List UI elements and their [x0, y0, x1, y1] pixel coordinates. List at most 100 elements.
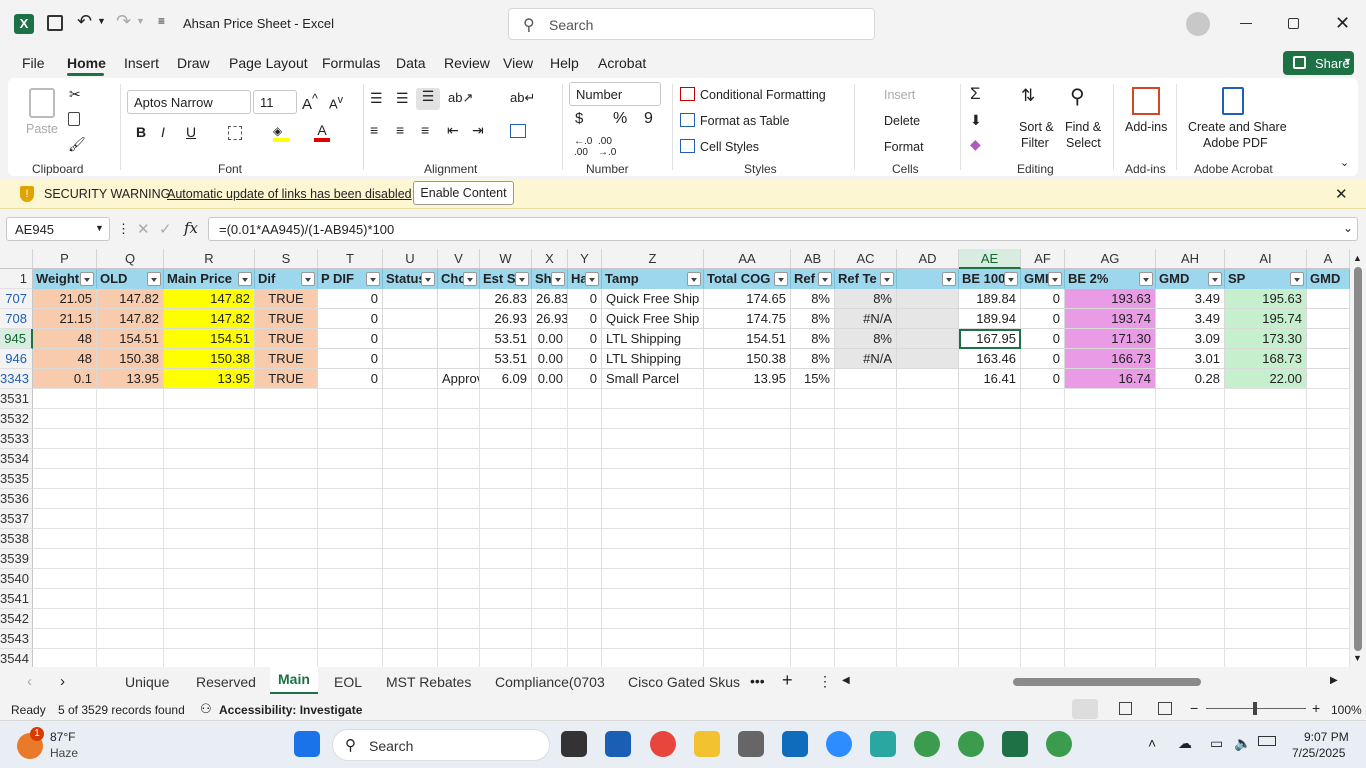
clear-icon[interactable]: ◆: [970, 136, 981, 153]
table-cell[interactable]: 6.09: [480, 369, 532, 389]
decrease-font-icon[interactable]: Av: [329, 94, 343, 111]
menu-review[interactable]: Review: [444, 55, 490, 71]
minimize-icon[interactable]: [1240, 23, 1252, 24]
sheet-tab-unique[interactable]: Unique: [125, 674, 169, 690]
table-cell[interactable]: 0.00: [532, 329, 568, 349]
row-header[interactable]: 3540: [0, 569, 33, 589]
column-header[interactable]: P: [33, 249, 97, 269]
filter-dropdown-icon[interactable]: [942, 272, 956, 286]
table-header-cell[interactable]: Weight: [33, 269, 97, 289]
copy-icon[interactable]: [68, 112, 80, 126]
table-header-cell[interactable]: [897, 269, 959, 289]
table-cell[interactable]: 150.38: [704, 349, 791, 369]
table-cell[interactable]: 0.28: [1156, 369, 1225, 389]
paste-icon[interactable]: [29, 88, 55, 118]
align-right-icon[interactable]: ≡: [421, 122, 429, 138]
table-cell[interactable]: 26.83: [532, 289, 568, 309]
sheet-tab-mst-rebates[interactable]: MST Rebates: [386, 674, 471, 690]
wrap-text-icon[interactable]: ab↵: [510, 90, 535, 106]
chevron-up-icon[interactable]: ˄: [1148, 735, 1156, 751]
redo-dropdown-icon[interactable]: ▼: [136, 16, 145, 26]
sort-filter-line1[interactable]: Sort &: [1019, 120, 1054, 134]
table-cell[interactable]: [383, 309, 438, 329]
table-cell[interactable]: 48: [33, 349, 97, 369]
filter-dropdown-icon[interactable]: [1290, 272, 1304, 286]
table-cell[interactable]: [1307, 289, 1350, 309]
filter-dropdown-icon[interactable]: [818, 272, 832, 286]
chrome-profile-icon[interactable]: [914, 731, 940, 757]
bold-icon[interactable]: B: [136, 124, 146, 140]
table-cell[interactable]: 3.49: [1156, 289, 1225, 309]
row-header[interactable]: 3343: [0, 369, 33, 389]
row-header[interactable]: 3539: [0, 549, 33, 569]
table-cell[interactable]: [1307, 309, 1350, 329]
spreadsheet-grid[interactable]: P Q R S T U V W X Y Z AA AB AC AD AE AF AG AH AI A 1 707 708 945…: [0, 249, 1350, 667]
status-accessibility[interactable]: Accessibility: Investigate: [219, 703, 362, 717]
increase-indent-icon[interactable]: ⇥: [472, 122, 484, 139]
filter-dropdown-icon[interactable]: [880, 272, 894, 286]
table-cell[interactable]: 0: [568, 369, 602, 389]
table-cell[interactable]: 0.00: [532, 349, 568, 369]
table-header-cell[interactable]: Status: [383, 269, 438, 289]
table-cell[interactable]: 147.82: [97, 289, 164, 309]
menu-page-layout[interactable]: Page Layout: [229, 55, 308, 71]
table-cell[interactable]: [897, 289, 959, 309]
column-header[interactable]: A: [1307, 249, 1350, 269]
column-header[interactable]: T: [318, 249, 383, 269]
column-header[interactable]: S: [255, 249, 318, 269]
chrome-profile-3-icon[interactable]: [1046, 731, 1072, 757]
search-box[interactable]: ⚲ Search: [508, 8, 875, 40]
sheet-tab-main[interactable]: Main: [278, 671, 310, 687]
table-cell[interactable]: 189.84: [959, 289, 1021, 309]
format-cells-button[interactable]: Format: [884, 140, 924, 154]
percent-icon[interactable]: %: [613, 110, 627, 128]
font-color-icon[interactable]: A: [314, 122, 330, 142]
excel-taskbar-icon[interactable]: [1002, 731, 1028, 757]
filter-dropdown-icon[interactable]: [1208, 272, 1222, 286]
table-cell[interactable]: #N/A: [835, 309, 897, 329]
menu-draw[interactable]: Draw: [177, 55, 210, 71]
menu-data[interactable]: Data: [396, 55, 426, 71]
table-cell[interactable]: 26.93: [480, 309, 532, 329]
table-cell[interactable]: TRUE: [255, 289, 318, 309]
menu-file[interactable]: File: [22, 55, 45, 71]
sheet-tab-eol[interactable]: EOL: [334, 674, 362, 690]
table-cell[interactable]: [383, 369, 438, 389]
next-sheet-icon[interactable]: ›: [60, 673, 65, 690]
table-cell[interactable]: 0: [568, 349, 602, 369]
insert-cells-button[interactable]: Insert: [884, 88, 915, 102]
table-cell[interactable]: [897, 349, 959, 369]
table-header-cell[interactable]: SP: [1225, 269, 1307, 289]
table-cell[interactable]: 174.65: [704, 289, 791, 309]
cell-styles-button[interactable]: Cell Styles: [700, 140, 759, 154]
decrease-decimal-icon[interactable]: .00 →.0: [598, 136, 616, 158]
table-cell[interactable]: [383, 349, 438, 369]
table-cell[interactable]: 53.51: [480, 349, 532, 369]
align-top-icon[interactable]: ☰: [370, 90, 383, 107]
scroll-up-icon[interactable]: ▲: [1353, 253, 1362, 263]
prev-sheet-icon[interactable]: ‹: [27, 673, 32, 690]
merge-center-icon[interactable]: [510, 124, 526, 138]
table-cell[interactable]: TRUE: [255, 309, 318, 329]
table-cell[interactable]: 168.73: [1225, 349, 1307, 369]
table-cell[interactable]: 0: [568, 289, 602, 309]
table-cell[interactable]: 193.63: [1065, 289, 1156, 309]
filter-dropdown-icon[interactable]: [463, 272, 477, 286]
table-cell[interactable]: 8%: [791, 349, 835, 369]
column-header[interactable]: AE: [959, 249, 1021, 269]
create-pdf-line1[interactable]: Create and Share: [1188, 120, 1287, 134]
table-cell[interactable]: 53.51: [480, 329, 532, 349]
table-cell[interactable]: 21.15: [33, 309, 97, 329]
table-cell[interactable]: 8%: [835, 329, 897, 349]
table-cell[interactable]: 0: [1021, 329, 1065, 349]
add-sheet-icon[interactable]: +: [782, 670, 793, 691]
table-cell[interactable]: Approv: [438, 369, 480, 389]
table-cell[interactable]: 150.38: [97, 349, 164, 369]
table-cell[interactable]: 13.95: [704, 369, 791, 389]
table-header-cell[interactable]: Dif: [255, 269, 318, 289]
table-cell[interactable]: 0: [1021, 309, 1065, 329]
table-cell[interactable]: 189.94: [959, 309, 1021, 329]
table-cell[interactable]: LTL Shipping: [602, 329, 704, 349]
row-header[interactable]: 1: [0, 269, 33, 289]
table-header-cell[interactable]: Tamp: [602, 269, 704, 289]
